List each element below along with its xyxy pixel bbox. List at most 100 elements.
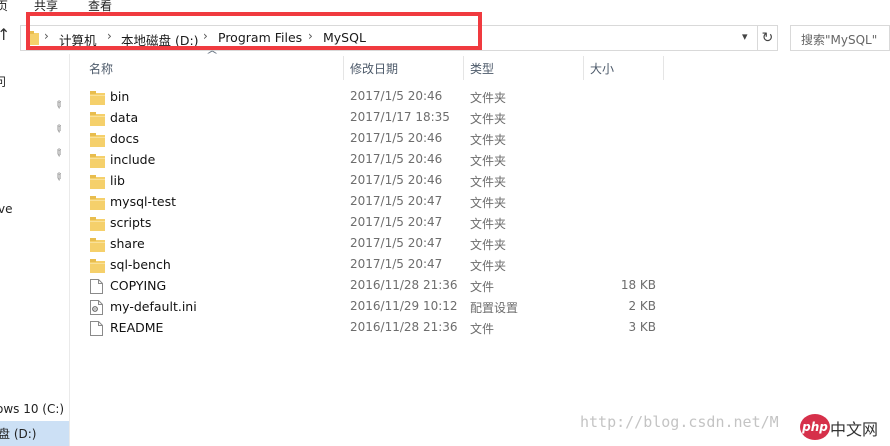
file-type: 文件 <box>470 280 495 294</box>
folder-icon <box>90 111 105 130</box>
file-name: sql-bench <box>110 257 171 272</box>
file-date: 2017/1/5 20:46 <box>350 131 443 145</box>
file-row[interactable]: share 2017/1/5 20:47 文件夹 <box>88 234 668 255</box>
column-divider[interactable] <box>343 56 344 80</box>
folder-icon <box>90 90 105 109</box>
search-input[interactable]: 搜索"MySQL" <box>790 25 890 51</box>
column-divider[interactable] <box>463 56 464 80</box>
up-arrow-icon[interactable]: ↑ <box>0 25 10 44</box>
file-row[interactable]: scripts 2017/1/5 20:47 文件夹 <box>88 213 668 234</box>
file-size: 3 KB <box>628 320 656 334</box>
file-type: 配置设置 <box>470 301 519 315</box>
folder-icon <box>90 132 105 151</box>
breadcrumb-local-disk[interactable]: 本地磁盘 (D:) <box>121 30 199 49</box>
file-row[interactable]: mysql-test 2017/1/5 20:47 文件夹 <box>88 192 668 213</box>
folder-icon <box>90 216 105 235</box>
nav-item-drive-d[interactable]: 盘 (D:) <box>0 425 36 442</box>
file-name: my-default.ini <box>110 299 197 314</box>
file-row[interactable]: include 2017/1/5 20:46 文件夹 <box>88 150 668 171</box>
file-name: include <box>110 152 156 167</box>
file-date: 2017/1/5 20:46 <box>350 152 443 166</box>
file-row[interactable]: README 2016/11/28 21:36 文件 3 KB <box>88 318 668 339</box>
file-date: 2017/1/17 18:35 <box>350 110 450 124</box>
file-date: 2016/11/29 10:12 <box>350 299 458 313</box>
column-header-type[interactable]: 类型 <box>470 60 494 88</box>
ribbon-tab-view-partial[interactable]: 页 <box>0 0 8 14</box>
file-date: 2017/1/5 20:46 <box>350 89 443 103</box>
file-icon <box>90 321 103 340</box>
file-date: 2017/1/5 20:47 <box>350 236 443 250</box>
file-row[interactable]: COPYING 2016/11/28 21:36 文件 18 KB <box>88 276 668 297</box>
breadcrumb-computer[interactable]: 计算机 <box>59 30 97 49</box>
column-header-name[interactable]: 名称 <box>89 60 113 88</box>
refresh-button[interactable]: ↻ <box>758 25 778 51</box>
file-type: 文件夹 <box>470 154 507 168</box>
breadcrumb-separator: › <box>308 29 313 43</box>
breadcrumb-mysql[interactable]: MySQL <box>323 30 366 45</box>
file-row[interactable]: docs 2017/1/5 20:46 文件夹 <box>88 129 668 150</box>
file-type: 文件夹 <box>470 238 507 252</box>
nav-item-onedrive[interactable]: ve <box>0 202 12 216</box>
column-divider[interactable] <box>663 56 664 80</box>
file-size: 2 KB <box>628 299 656 313</box>
column-header-size[interactable]: 大小 <box>590 60 614 88</box>
logo-text: 中文网 <box>830 420 879 439</box>
nav-item-partial[interactable]: 问 <box>0 73 6 90</box>
folder-icon <box>90 195 105 214</box>
settings-file-icon <box>90 300 103 319</box>
pin-icon[interactable]: ✎ <box>51 99 65 113</box>
file-type: 文件夹 <box>470 175 507 189</box>
file-type: 文件夹 <box>470 91 507 105</box>
file-date: 2017/1/5 20:47 <box>350 194 443 208</box>
file-name: scripts <box>110 215 152 230</box>
file-date: 2016/11/28 21:36 <box>350 320 458 334</box>
breadcrumb-separator: › <box>203 29 208 43</box>
file-type: 文件 <box>470 322 495 336</box>
column-divider[interactable] <box>583 56 584 80</box>
file-name: mysql-test <box>110 194 177 209</box>
folder-icon <box>90 237 105 256</box>
pin-icon[interactable]: ✎ <box>51 171 65 185</box>
file-row[interactable]: my-default.ini 2016/11/29 10:12 配置设置 2 KB <box>88 297 668 318</box>
sort-ascending-icon: ^ <box>205 50 219 61</box>
file-name: COPYING <box>110 278 167 293</box>
file-name: docs <box>110 131 139 146</box>
ribbon-tab-view[interactable]: 查看 <box>88 0 112 14</box>
file-date: 2017/1/5 20:47 <box>350 215 443 229</box>
file-row[interactable]: sql-bench 2017/1/5 20:47 文件夹 <box>88 255 668 276</box>
breadcrumb-separator: › <box>44 29 49 43</box>
file-name: lib <box>110 173 125 188</box>
folder-icon <box>90 258 105 277</box>
file-row[interactable]: bin 2017/1/5 20:46 文件夹 <box>88 87 668 108</box>
breadcrumb-program-files[interactable]: Program Files <box>218 30 302 45</box>
folder-icon <box>29 31 39 45</box>
folder-icon <box>90 174 105 193</box>
refresh-icon: ↻ <box>761 30 774 46</box>
chevron-down-icon[interactable]: ▾ <box>742 30 748 43</box>
address-bar[interactable]: › 计算机 › 本地磁盘 (D:) › Program Files › MySQ… <box>20 25 758 51</box>
logo-badge: php <box>800 414 830 440</box>
php-cn-logo: php 中文网 <box>800 410 890 446</box>
ribbon-tabs: 页 共享 查看 <box>0 0 890 16</box>
pin-icon[interactable]: ✎ <box>51 123 65 137</box>
address-row: ↑ › 计算机 › 本地磁盘 (D:) › Program Files › My… <box>0 16 890 54</box>
file-date: 2016/11/28 21:36 <box>350 278 458 292</box>
pin-icon[interactable]: ✎ <box>51 147 65 161</box>
file-type: 文件夹 <box>470 217 507 231</box>
navigation-pane: 问 ✎ ✎ ✎ ✎ ve ows 10 (C:) 盘 (D:) <box>0 54 70 446</box>
file-type: 文件夹 <box>470 112 507 126</box>
file-icon <box>90 279 103 298</box>
file-type: 文件夹 <box>470 259 507 273</box>
file-name: share <box>110 236 145 251</box>
file-type: 文件夹 <box>470 133 507 147</box>
file-name: bin <box>110 89 130 104</box>
file-name: data <box>110 110 139 125</box>
file-date: 2017/1/5 20:46 <box>350 173 443 187</box>
file-row[interactable]: data 2017/1/17 18:35 文件夹 <box>88 108 668 129</box>
watermark-url: http://blog.csdn.net/M <box>580 413 779 431</box>
file-size: 18 KB <box>620 278 656 292</box>
column-header-date[interactable]: 修改日期 <box>350 60 398 88</box>
nav-item-drive-c[interactable]: ows 10 (C:) <box>0 402 64 416</box>
ribbon-tab-share[interactable]: 共享 <box>34 0 58 14</box>
file-row[interactable]: lib 2017/1/5 20:46 文件夹 <box>88 171 668 192</box>
